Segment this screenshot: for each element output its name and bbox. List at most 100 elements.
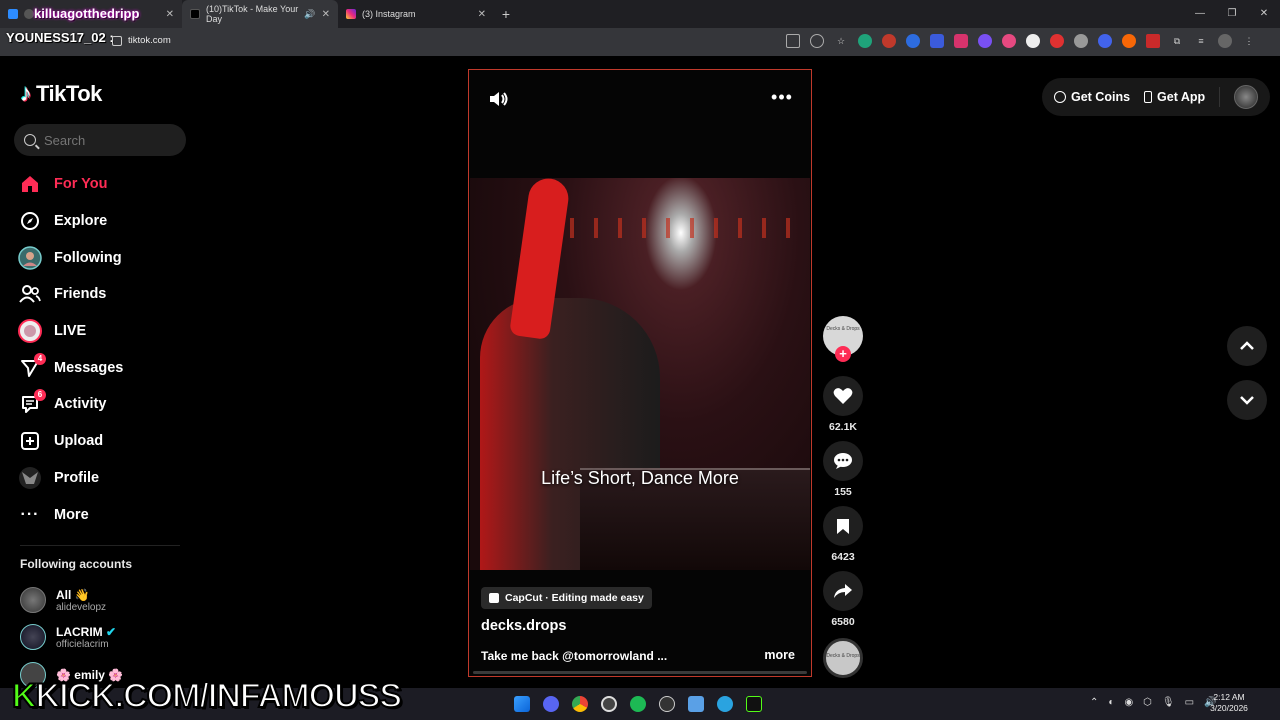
follow-button[interactable]: + <box>835 346 851 362</box>
volume-button[interactable] <box>487 88 509 110</box>
spotify-icon[interactable] <box>630 696 646 712</box>
capcut-anchor[interactable]: CapCut · Editing made easy <box>481 587 652 609</box>
coin-icon <box>1054 91 1066 103</box>
zoom-icon[interactable] <box>810 34 824 48</box>
minimize-icon[interactable]: — <box>1184 0 1216 28</box>
tray-app-icon[interactable]: ⬡ <box>1143 697 1152 708</box>
sidebar-item-label: Upload <box>54 433 104 450</box>
tiktok-logo[interactable]: ♪ TikTok <box>20 80 102 108</box>
sidebar-item-friends[interactable]: Friends <box>18 276 188 313</box>
sidebar-item-following[interactable]: Following <box>18 239 188 276</box>
instagram-tab-icon <box>346 9 356 19</box>
tray-discord-icon[interactable]: ◉ <box>1124 697 1133 708</box>
extension-icon[interactable] <box>954 34 968 48</box>
kick-app-icon[interactable] <box>746 696 762 712</box>
extension-icon[interactable] <box>1002 34 1016 48</box>
app-icon[interactable] <box>688 696 704 712</box>
sidebar-item-live[interactable]: LIVE <box>18 313 188 350</box>
search-bar[interactable] <box>14 124 186 156</box>
sidebar-item-activity[interactable]: 6 Activity <box>18 386 188 423</box>
extension-icon[interactable] <box>1098 34 1112 48</box>
chevron-down-icon <box>1240 396 1254 405</box>
extension-icon[interactable] <box>906 34 920 48</box>
next-video-button[interactable] <box>1227 380 1267 420</box>
new-tab-button[interactable]: + <box>494 6 518 22</box>
get-app-button[interactable]: Get App <box>1144 90 1205 104</box>
previous-video-button[interactable] <box>1227 326 1267 366</box>
tray-overflow-icon[interactable]: ⌃ <box>1090 697 1098 708</box>
following-account-item[interactable]: All 👋 alidevelopz <box>20 587 106 613</box>
following-account-item[interactable]: LACRIM ✔ officielacrim <box>20 624 116 650</box>
install-app-icon[interactable] <box>786 34 800 48</box>
user-avatar[interactable] <box>1234 85 1259 109</box>
video-progress-bar[interactable] <box>473 671 807 674</box>
description-more-button[interactable]: more <box>764 648 795 662</box>
sidebar-item-for-you[interactable]: For You <box>18 166 188 203</box>
taskbar-apps <box>514 696 762 712</box>
telegram-icon[interactable] <box>717 696 733 712</box>
tab-instagram[interactable]: (3) Instagram ✕ <box>338 0 494 28</box>
close-tab-icon[interactable]: ✕ <box>322 9 330 20</box>
sidebar-item-profile[interactable]: Profile <box>18 460 188 497</box>
extension-icon[interactable] <box>858 34 872 48</box>
extension-icon[interactable] <box>1074 34 1088 48</box>
tray-app-icon[interactable]: ◐ <box>1108 697 1114 708</box>
extension-icon[interactable] <box>930 34 944 48</box>
comment-action[interactable]: 155 <box>822 441 864 498</box>
stream-overlay-tab-title: killuagotthedripp <box>34 6 140 21</box>
like-button[interactable] <box>823 376 863 416</box>
extension-icon[interactable] <box>978 34 992 48</box>
video-player[interactable]: Life’s Short, Dance More ••• CapCut · Ed… <box>468 69 812 677</box>
reading-list-icon[interactable]: ≡ <box>1194 34 1208 48</box>
site-info-icon[interactable] <box>112 35 122 46</box>
video-frame[interactable]: Life’s Short, Dance More <box>470 175 810 570</box>
extension-icon[interactable] <box>1050 34 1064 48</box>
extensions-puzzle-icon[interactable]: ⧉ <box>1170 34 1184 48</box>
get-coins-button[interactable]: Get Coins <box>1054 90 1130 104</box>
bookmark-star-icon[interactable]: ☆ <box>834 34 848 48</box>
close-window-icon[interactable]: ✕ <box>1248 0 1280 28</box>
microphone-icon[interactable]: 🎙 <box>1162 697 1175 708</box>
browser-profile-avatar[interactable] <box>1218 34 1232 48</box>
live-icon <box>18 319 42 344</box>
clock-time: 2:12 AM <box>1213 692 1245 702</box>
audio-playing-icon[interactable]: 🔊 <box>304 9 315 20</box>
extension-icon[interactable] <box>1146 34 1160 48</box>
creator-avatar-text: Decks & Drops <box>826 326 860 332</box>
start-icon[interactable] <box>514 696 530 712</box>
comment-button[interactable] <box>823 441 863 481</box>
video-author[interactable]: decks.drops <box>481 618 566 634</box>
obs-icon[interactable] <box>601 696 617 712</box>
like-action[interactable]: 62.1K <box>822 376 864 433</box>
video-options-button[interactable]: ••• <box>771 88 793 110</box>
sidebar-item-upload[interactable]: Upload <box>18 423 188 460</box>
sidebar-item-explore[interactable]: Explore <box>18 203 188 240</box>
close-tab-icon[interactable]: ✕ <box>478 9 486 20</box>
url-field[interactable]: tiktok.com <box>112 35 171 46</box>
close-tab-icon[interactable]: ✕ <box>166 9 174 20</box>
share-button[interactable] <box>823 571 863 611</box>
extension-icon[interactable] <box>1026 34 1040 48</box>
restore-icon[interactable]: ❐ <box>1216 0 1248 28</box>
taskbar-clock[interactable]: 2:12 AM 3/20/2026 <box>1208 692 1250 714</box>
share-action[interactable]: 6580 <box>822 571 864 628</box>
kick-tab-icon <box>8 9 18 19</box>
comment-icon <box>834 453 852 469</box>
video-caption-overlay: Life’s Short, Dance More <box>541 468 739 488</box>
save-action[interactable]: 6423 <box>822 506 864 563</box>
tiktok-wordmark: TikTok <box>36 81 102 106</box>
app-icon[interactable] <box>659 696 675 712</box>
music-disc[interactable]: Decks & Drops <box>823 638 863 678</box>
sidebar-item-more[interactable]: ··· More <box>18 496 188 533</box>
sidebar-item-messages[interactable]: 4 Messages <box>18 349 188 386</box>
search-input[interactable] <box>44 132 174 148</box>
sidebar-item-label: Activity <box>54 396 107 413</box>
save-button[interactable] <box>823 506 863 546</box>
network-icon[interactable]: ▭ <box>1185 697 1194 708</box>
extension-icon[interactable] <box>1122 34 1136 48</box>
chrome-icon[interactable] <box>572 696 588 712</box>
browser-menu-icon[interactable]: ⋮ <box>1242 34 1256 48</box>
tab-tiktok[interactable]: (10)TikTok - Make Your Day 🔊 ✕ <box>182 0 338 28</box>
discord-icon[interactable] <box>543 696 559 712</box>
extension-icon[interactable] <box>882 34 896 48</box>
